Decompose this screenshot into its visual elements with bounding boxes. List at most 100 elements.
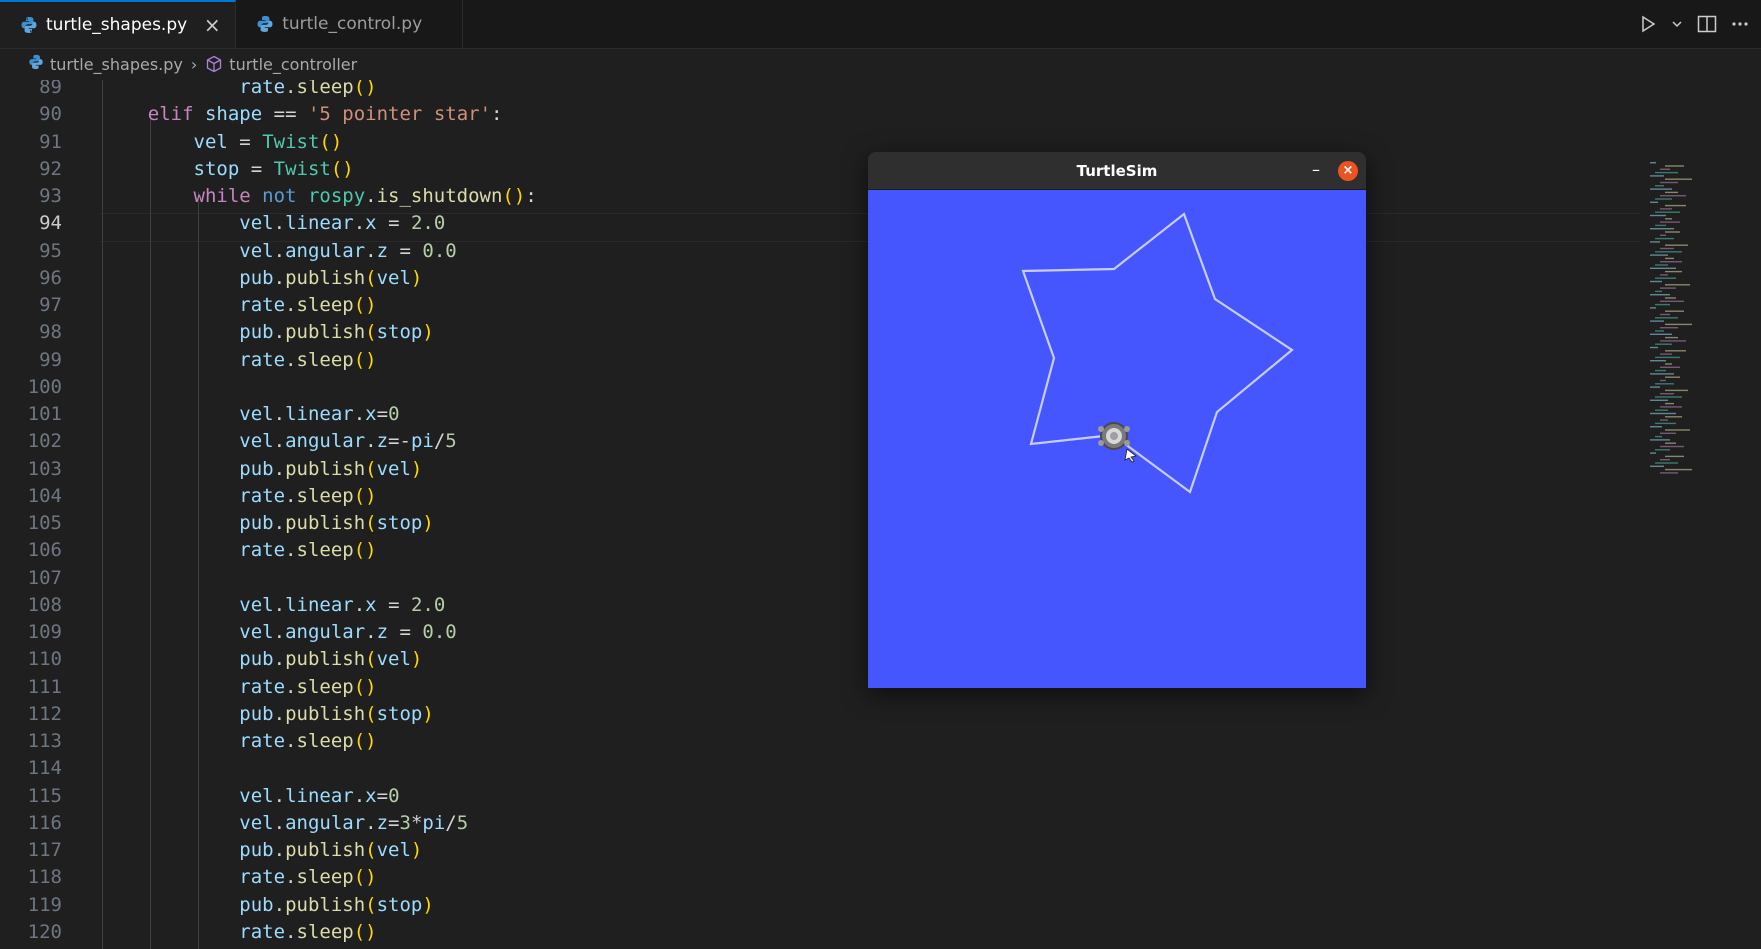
- minimap-line: [1660, 445, 1684, 448]
- chevron-right-icon: ›: [190, 54, 198, 74]
- code-text: pub.publish(vel): [239, 457, 423, 480]
- python-icon: [20, 16, 38, 34]
- chevron-down-icon[interactable]: [1671, 18, 1683, 30]
- code-line[interactable]: 96 pub.publish(vel): [0, 265, 422, 292]
- minimap-line: [1660, 300, 1684, 302]
- code-line[interactable]: 94 vel.linear.x = 2.0: [0, 210, 445, 237]
- minimap-line: [1660, 181, 1678, 184]
- minimap[interactable]: [1640, 160, 1750, 480]
- turtlesim-window[interactable]: TurtleSim – ×: [868, 152, 1366, 688]
- tab-turtle-shapes[interactable]: turtle_shapes.py ×: [0, 0, 237, 48]
- minimap-line: [1665, 376, 1680, 378]
- code-text: elif shape == '5 pointer star':: [147, 103, 503, 126]
- close-icon[interactable]: ×: [203, 13, 221, 37]
- minimap-line: [1650, 465, 1664, 467]
- code-text: vel.linear.x = 2.0: [239, 593, 446, 616]
- minimap-line: [1655, 171, 1678, 174]
- python-icon: [28, 54, 44, 74]
- breadcrumb: turtle_shapes.py › turtle_controller: [0, 49, 1761, 79]
- code-line[interactable]: 116 vel.angular.z=3*pi/5: [0, 810, 469, 837]
- code-line[interactable]: 113 rate.sleep(): [0, 728, 377, 755]
- code-line[interactable]: 105 pub.publish(stop): [0, 510, 434, 537]
- code-line[interactable]: 92 stop = Twist(): [0, 156, 354, 183]
- line-number: 116: [27, 811, 62, 834]
- line-number: 102: [27, 430, 62, 453]
- more-icon[interactable]: [1731, 21, 1749, 27]
- code-text: while not rospy.is_shutdown():: [193, 185, 537, 207]
- tab-label: turtle_control.py: [282, 14, 423, 34]
- minimap-line: [1660, 313, 1670, 316]
- code-line[interactable]: 91 vel = Twist(): [0, 129, 342, 156]
- tab-turtle-control[interactable]: turtle_control.py: [236, 0, 464, 48]
- minimap-line: [1650, 373, 1674, 375]
- line-number: 91: [39, 130, 62, 153]
- code-line[interactable]: 120 rate.sleep(): [0, 919, 377, 946]
- code-line[interactable]: 99 rate.sleep(): [0, 347, 377, 374]
- code-line[interactable]: 106 rate.sleep(): [0, 537, 377, 564]
- code-line[interactable]: 112 pub.publish(stop): [0, 701, 434, 728]
- code-line[interactable]: 100: [0, 374, 62, 401]
- line-number: 98: [39, 321, 62, 344]
- minimap-line: [1655, 224, 1666, 227]
- class-symbol-icon: [205, 55, 223, 73]
- line-number: 105: [27, 512, 62, 534]
- code-line[interactable]: 111 rate.sleep(): [0, 674, 377, 701]
- code-line[interactable]: 101 vel.linear.x=0: [0, 401, 400, 428]
- code-line[interactable]: 102 vel.angular.z=-pi/5: [0, 428, 457, 455]
- code-line[interactable]: 119 pub.publish(stop): [0, 892, 434, 919]
- code-line[interactable]: 103 pub.publish(vel): [0, 456, 423, 483]
- code-line[interactable]: 104 rate.sleep(): [0, 483, 377, 510]
- vscode-window: turtle_shapes.py × turtle_control.py tur…: [0, 0, 1761, 949]
- minimap-line: [1665, 244, 1688, 246]
- breadcrumb-symbol[interactable]: turtle_controller: [229, 55, 357, 74]
- code-line[interactable]: 93 while not rospy.is_shutdown():: [0, 183, 537, 210]
- minimap-line: [1660, 393, 1674, 395]
- close-button[interactable]: ×: [1338, 161, 1358, 181]
- code-text: pub.publish(vel): [239, 839, 423, 861]
- editor-actions: [1639, 0, 1761, 48]
- split-editor-icon[interactable]: [1697, 15, 1717, 33]
- code-text: vel.angular.z=3*pi/5: [239, 811, 469, 834]
- line-number: 99: [39, 348, 62, 371]
- minimap-line: [1665, 323, 1692, 326]
- minimap-line: [1655, 396, 1682, 398]
- minimap-line: [1665, 204, 1686, 207]
- code-line[interactable]: 90 elif shape == '5 pointer star':: [0, 101, 502, 128]
- code-line[interactable]: 115 vel.linear.x=0: [0, 783, 400, 810]
- code-line[interactable]: 98 pub.publish(stop): [0, 319, 434, 346]
- run-icon[interactable]: [1639, 15, 1657, 33]
- minimize-button[interactable]: –: [1312, 160, 1320, 179]
- minimap-line: [1660, 168, 1670, 170]
- minimap-line: [1650, 320, 1664, 322]
- minimap-line: [1665, 257, 1674, 260]
- tab-label: turtle_shapes.py: [46, 15, 188, 35]
- code-line[interactable]: 109 vel.angular.z = 0.0: [0, 619, 457, 646]
- code-line[interactable]: 97 rate.sleep(): [0, 292, 377, 319]
- code-line[interactable]: 107: [0, 565, 62, 592]
- minimap-line: [1655, 211, 1680, 213]
- code-line[interactable]: 108 vel.linear.x = 2.0: [0, 592, 446, 619]
- minimap-line: [1660, 379, 1666, 382]
- minimap-line: [1655, 185, 1664, 187]
- minimap-line: [1665, 442, 1676, 444]
- code-line[interactable]: 110 pub.publish(vel): [0, 646, 423, 673]
- code-line[interactable]: 89 rate.sleep(): [0, 80, 377, 101]
- code-text: pub.publish(vel): [239, 648, 423, 671]
- minimap-line: [1665, 416, 1682, 418]
- code-line[interactable]: 95 vel.angular.z = 0.0: [0, 238, 457, 265]
- minimap-line: [1655, 383, 1674, 385]
- minimap-line: [1650, 360, 1666, 362]
- minimap-line: [1650, 439, 1670, 441]
- breadcrumb-file[interactable]: turtle_shapes.py: [50, 55, 183, 74]
- code-text: rate.sleep(): [239, 730, 377, 752]
- minimap-line: [1665, 350, 1686, 352]
- code-line[interactable]: 117 pub.publish(vel): [0, 837, 423, 864]
- tab-bar: turtle_shapes.py × turtle_control.py: [0, 0, 1761, 49]
- minimap-line: [1655, 356, 1680, 359]
- minimap-line: [1660, 261, 1682, 263]
- code-line[interactable]: 118 rate.sleep(): [0, 864, 377, 891]
- line-number: 100: [27, 375, 62, 398]
- turtlesim-titlebar[interactable]: TurtleSim – ×: [868, 152, 1366, 190]
- code-line[interactable]: 114: [0, 755, 62, 782]
- code-text: pub.publish(stop): [239, 321, 434, 344]
